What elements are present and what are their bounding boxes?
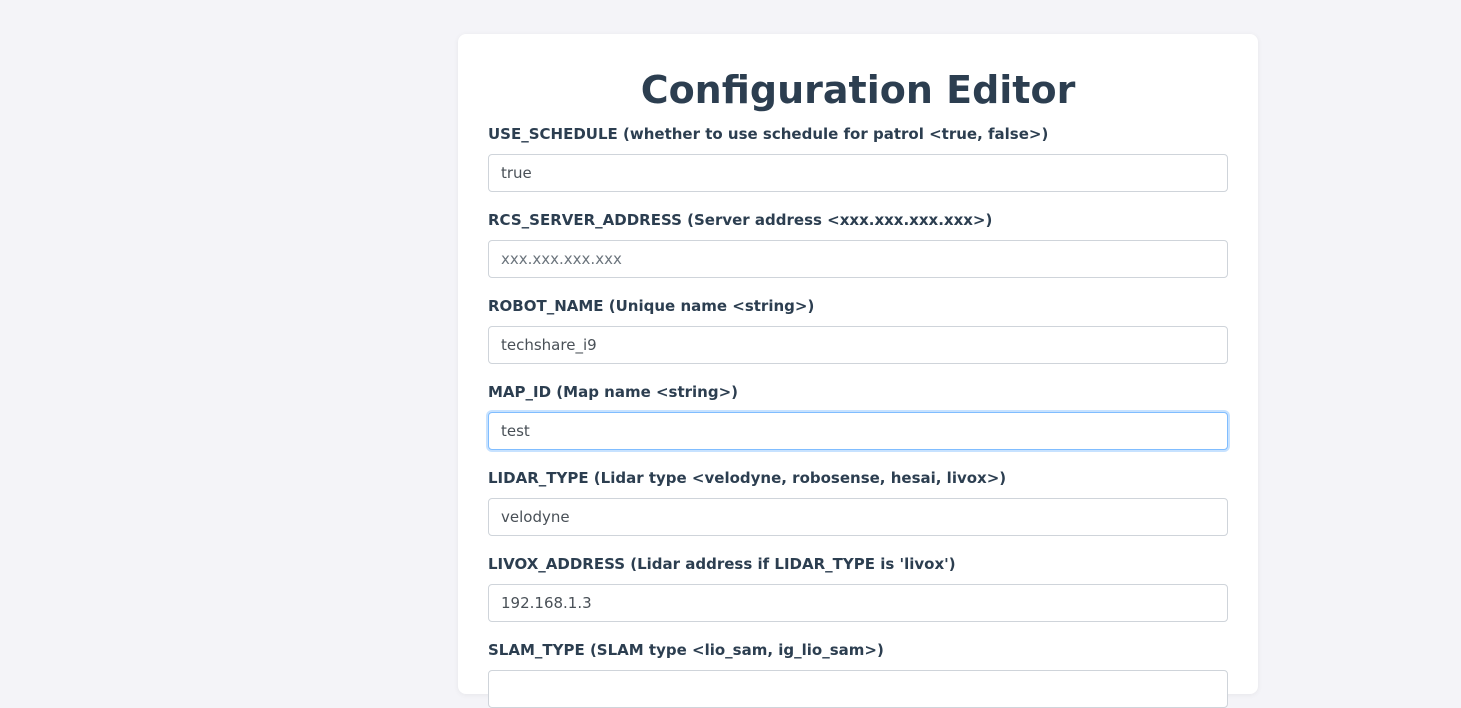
field-livox-address: LIVOX_ADDRESS (Lidar address if LIDAR_TY…: [488, 554, 1228, 622]
rcs-server-address-input[interactable]: [488, 240, 1228, 278]
slam-type-input[interactable]: [488, 670, 1228, 708]
field-label-rcs-server-address: RCS_SERVER_ADDRESS (Server address <xxx.…: [488, 211, 993, 229]
field-label-robot-name: ROBOT_NAME (Unique name <string>): [488, 297, 815, 315]
field-use-schedule: USE_SCHEDULE (whether to use schedule fo…: [488, 124, 1228, 192]
field-label-livox-address: LIVOX_ADDRESS (Lidar address if LIDAR_TY…: [488, 555, 956, 573]
map-id-input[interactable]: [488, 412, 1228, 450]
field-label-lidar-type: LIDAR_TYPE (Lidar type <velodyne, robose…: [488, 469, 1007, 487]
field-label-use-schedule: USE_SCHEDULE (whether to use schedule fo…: [488, 125, 1049, 143]
robot-name-input[interactable]: [488, 326, 1228, 364]
use-schedule-input[interactable]: [488, 154, 1228, 192]
config-editor-card: Configuration Editor USE_SCHEDULE (wheth…: [458, 34, 1258, 708]
field-robot-name: ROBOT_NAME (Unique name <string>): [488, 296, 1228, 364]
field-lidar-type: LIDAR_TYPE (Lidar type <velodyne, robose…: [488, 468, 1228, 536]
field-label-map-id: MAP_ID (Map name <string>): [488, 383, 739, 401]
lidar-type-input[interactable]: [488, 498, 1228, 536]
livox-address-input[interactable]: [488, 584, 1228, 622]
field-map-id: MAP_ID (Map name <string>): [488, 382, 1228, 450]
page-title: Configuration Editor: [640, 68, 1076, 112]
field-label-slam-type: SLAM_TYPE (SLAM type <lio_sam, ig_lio_sa…: [488, 641, 884, 659]
field-slam-type: SLAM_TYPE (SLAM type <lio_sam, ig_lio_sa…: [488, 640, 1228, 708]
field-rcs-server-address: RCS_SERVER_ADDRESS (Server address <xxx.…: [488, 210, 1228, 278]
